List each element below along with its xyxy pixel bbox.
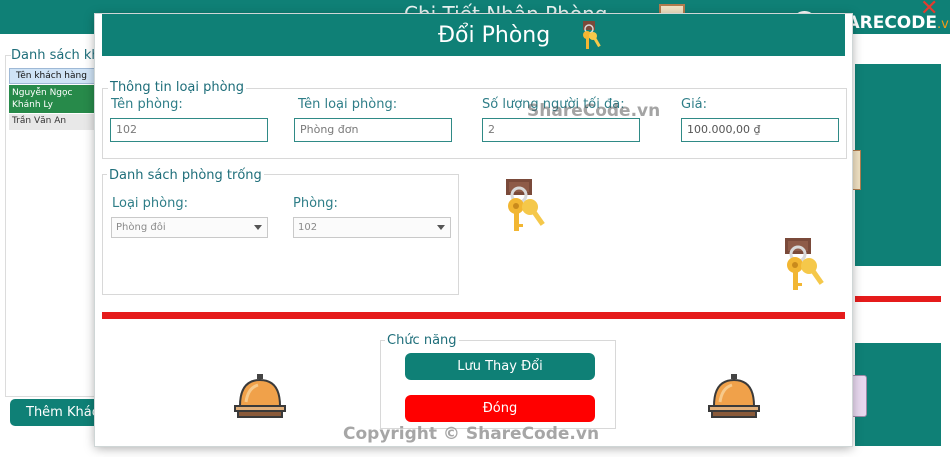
copyright-watermark: Copyright © ShareCode.vn xyxy=(343,424,600,444)
dialog-header: Đổi Phòng xyxy=(102,14,845,56)
red-separator xyxy=(102,312,845,319)
save-changes-button[interactable]: Lưu Thay Đổi xyxy=(405,353,595,380)
room-type-info-label: Thông tin loại phòng xyxy=(108,80,247,95)
price-field[interactable]: 100.000,00 ₫ xyxy=(681,118,839,142)
change-room-dialog: Đổi Phòng Thông tin loại phòng Tên phòng… xyxy=(95,14,852,446)
background-right-panel-bottom xyxy=(855,343,941,446)
price-label: Giá: xyxy=(681,97,708,112)
background-right-panel xyxy=(855,64,941,266)
room-icon xyxy=(851,150,861,190)
watermark: ShareCode.vn xyxy=(527,101,661,121)
chevron-down-icon xyxy=(254,225,262,230)
room-type-select-label: Loại phòng: xyxy=(112,196,188,211)
room-selected: 102 xyxy=(298,222,318,233)
room-type-selected: Phòng đôi xyxy=(116,222,166,233)
max-occupancy-field[interactable]: 2 xyxy=(482,118,640,142)
room-name-field[interactable]: 102 xyxy=(110,118,268,142)
keys-icon xyxy=(785,238,824,290)
room-name-label: Tên phòng: xyxy=(111,97,183,112)
list-item[interactable]: Trần Văn An xyxy=(9,114,99,130)
customer-list-column-header[interactable]: Tên khách hàng xyxy=(9,68,99,84)
room-icon xyxy=(851,375,867,417)
room-select[interactable]: 102 xyxy=(293,217,451,238)
keys-icon xyxy=(506,179,545,231)
background-red-separator xyxy=(855,296,941,302)
chevron-down-icon xyxy=(437,225,445,230)
empty-rooms-label: Danh sách phòng trống xyxy=(107,168,264,183)
bell-icon xyxy=(708,374,760,418)
dialog-title: Đổi Phòng xyxy=(438,23,551,48)
logo-suffix: .vn xyxy=(936,17,950,32)
customer-list-label: Danh sách khách hàng xyxy=(11,48,99,63)
room-select-label: Phòng: xyxy=(293,196,338,211)
room-type-select[interactable]: Phòng đôi xyxy=(111,217,268,238)
list-item[interactable]: Nguyễn Ngọc Khánh Ly xyxy=(9,85,99,113)
room-type-name-label: Tên loại phòng: xyxy=(298,97,398,112)
room-type-name-field[interactable]: Phòng đơn xyxy=(294,118,452,142)
close-button[interactable]: Đóng xyxy=(405,395,595,422)
functions-label: Chức năng xyxy=(385,333,459,348)
keys-icon xyxy=(583,21,601,49)
bell-icon xyxy=(234,374,286,418)
